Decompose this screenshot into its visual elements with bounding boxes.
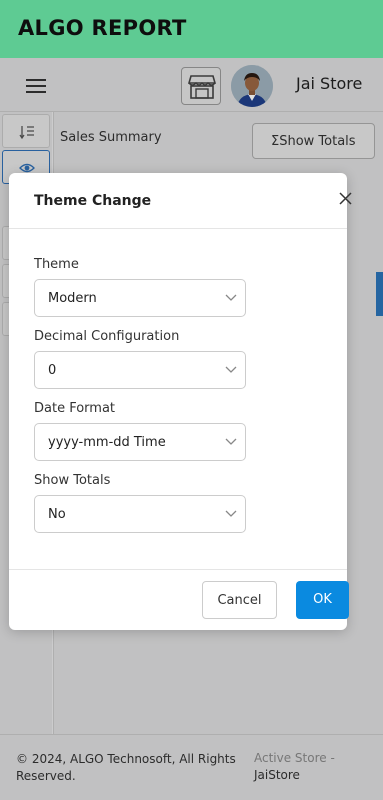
- dialog-footer: Cancel OK: [9, 569, 349, 630]
- close-icon: [339, 192, 352, 205]
- show-totals-field-label: Show Totals: [34, 473, 111, 488]
- close-button[interactable]: [335, 189, 355, 209]
- show-totals-value: No: [48, 507, 66, 522]
- decimal-config-value: 0: [48, 363, 57, 378]
- chevron-down-icon: [225, 366, 237, 373]
- chevron-down-icon: [225, 438, 237, 445]
- ok-button[interactable]: OK: [296, 581, 349, 619]
- date-format-label: Date Format: [34, 401, 116, 416]
- chevron-down-icon: [225, 294, 237, 301]
- theme-change-dialog: Theme Change Theme Modern Decimal Config…: [9, 173, 352, 630]
- theme-label: Theme: [34, 257, 79, 272]
- decimal-config-select[interactable]: 0: [34, 351, 246, 389]
- dialog-header: Theme Change: [9, 173, 352, 229]
- chevron-down-icon: [225, 510, 237, 517]
- cancel-button[interactable]: Cancel: [202, 581, 277, 619]
- show-totals-select[interactable]: No: [34, 495, 246, 533]
- date-format-value: yyyy-mm-dd Time: [48, 435, 166, 450]
- theme-value: Modern: [48, 291, 97, 306]
- dialog-title: Theme Change: [34, 193, 152, 209]
- date-format-select[interactable]: yyyy-mm-dd Time: [34, 423, 246, 461]
- theme-select[interactable]: Modern: [34, 279, 246, 317]
- decimal-config-label: Decimal Configuration: [34, 329, 180, 344]
